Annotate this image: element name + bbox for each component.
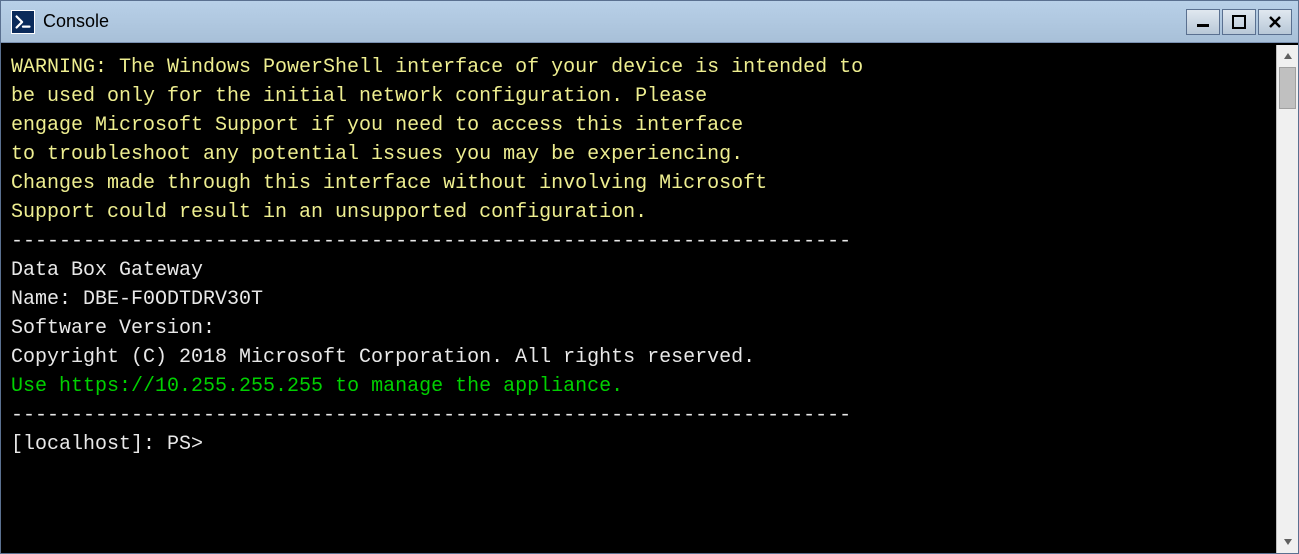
product-name: Data Box Gateway: [11, 259, 203, 282]
scroll-up-arrow[interactable]: [1277, 45, 1298, 67]
window-title: Console: [43, 11, 1186, 32]
scroll-thumb[interactable]: [1279, 67, 1296, 109]
scroll-track[interactable]: [1277, 67, 1298, 531]
titlebar-buttons: [1186, 9, 1292, 35]
manage-text: Use https://10.255.255.255 to manage the…: [11, 375, 623, 398]
separator: ----------------------------------------…: [11, 230, 851, 253]
copyright-text: Copyright (C) 2018 Microsoft Corporation…: [11, 346, 755, 369]
console-content[interactable]: WARNING: The Windows PowerShell interfac…: [1, 45, 1276, 553]
console-window: Console WARNING: The Windows PowerShell …: [0, 0, 1299, 554]
powershell-icon: [11, 10, 35, 34]
ps-prompt: [localhost]: PS>: [11, 433, 203, 456]
device-name: Name: DBE-F0ODTDRV30T: [11, 288, 263, 311]
scroll-down-arrow[interactable]: [1277, 531, 1298, 553]
titlebar: Console: [1, 1, 1298, 43]
maximize-button[interactable]: [1222, 9, 1256, 35]
manage-url: https://10.255.255.255: [59, 375, 323, 398]
software-version: Software Version:: [11, 317, 215, 340]
console-body: WARNING: The Windows PowerShell interfac…: [1, 43, 1298, 553]
close-button[interactable]: [1258, 9, 1292, 35]
warning-text: WARNING: The Windows PowerShell interfac…: [11, 56, 863, 224]
vertical-scrollbar[interactable]: [1276, 45, 1298, 553]
minimize-button[interactable]: [1186, 9, 1220, 35]
separator: ----------------------------------------…: [11, 404, 851, 427]
